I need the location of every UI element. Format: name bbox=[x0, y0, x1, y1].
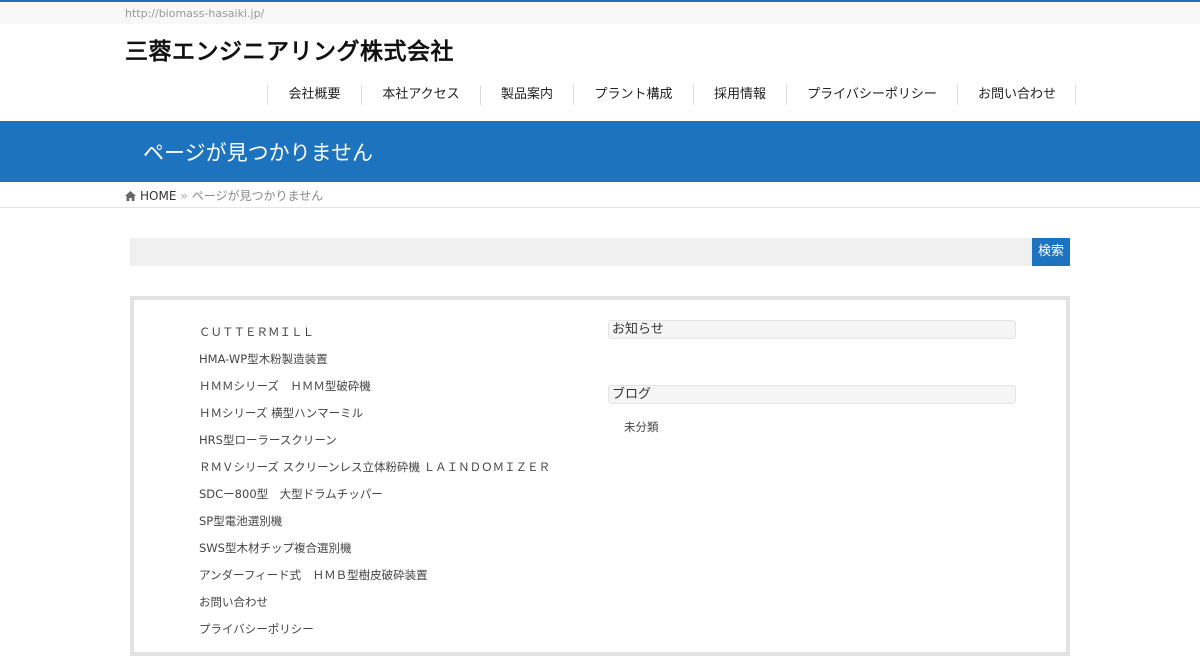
nav-item-privacy[interactable]: プライバシーポリシー bbox=[787, 85, 958, 105]
page-link[interactable]: プライバシーポリシー bbox=[199, 621, 599, 648]
breadcrumb-separator: » bbox=[180, 188, 188, 203]
breadcrumb-home-link[interactable]: HOME bbox=[140, 189, 176, 203]
page-link[interactable]: ＨＭＭシリーズ ＨＭＭ型破砕機 bbox=[199, 378, 599, 405]
page-link[interactable]: SP型電池選別機 bbox=[199, 513, 599, 540]
breadcrumb: HOME » ページが見つかりません bbox=[125, 187, 323, 204]
page-banner: ページが見つかりません bbox=[0, 121, 1200, 182]
nav-item-plant[interactable]: プラント構成 bbox=[574, 85, 694, 105]
home-icon bbox=[125, 190, 136, 201]
url-bar: http://biomass-hasaiki.jp/ bbox=[0, 2, 1200, 24]
breadcrumb-bar: HOME » ページが見つかりません bbox=[0, 182, 1200, 208]
blog-widget-title: ブログ bbox=[608, 385, 1016, 404]
nav-item-access[interactable]: 本社アクセス bbox=[362, 85, 481, 105]
page-link[interactable]: アンダーフィード式 ＨＭＢ型樹皮破砕装置 bbox=[199, 567, 599, 594]
nav-item-products[interactable]: 製品案内 bbox=[481, 85, 574, 105]
page-link[interactable]: お問い合わせ bbox=[199, 594, 599, 621]
blog-widget: ブログ 未分類 bbox=[608, 385, 1016, 435]
page-link[interactable]: HMA-WP型木粉製造装置 bbox=[199, 351, 599, 378]
page-link[interactable]: ＣＵＴＴＥＲＭＩＬＬ bbox=[199, 324, 599, 351]
page-link[interactable]: HRS型ローラースクリーン bbox=[199, 432, 599, 459]
page-link[interactable]: ＨＭシリーズ 横型ハンマーミル bbox=[199, 405, 599, 432]
site-title[interactable]: 三蓉エンジニアリング株式会社 bbox=[125, 32, 454, 66]
nav-item-contact[interactable]: お問い合わせ bbox=[958, 85, 1076, 105]
breadcrumb-current: ページが見つかりません bbox=[191, 189, 324, 203]
nav-item-recruit[interactable]: 採用情報 bbox=[694, 85, 787, 105]
nav-item-company[interactable]: 会社概要 bbox=[268, 85, 362, 105]
page-link[interactable]: ＲＭＶシリーズ スクリーンレス立体粉砕機 ＬＡＩＮＤＯＭＩＺＥＲ bbox=[199, 459, 599, 486]
news-widget: お知らせ bbox=[608, 320, 1016, 339]
page-link[interactable]: SDCー800型 大型ドラムチッパー bbox=[199, 486, 599, 513]
search-button[interactable]: 検索 bbox=[1032, 238, 1070, 266]
page-link[interactable]: SWS型木材チップ複合選別機 bbox=[199, 540, 599, 567]
site-url[interactable]: http://biomass-hasaiki.jp/ bbox=[125, 7, 264, 20]
news-widget-title: お知らせ bbox=[608, 320, 1016, 339]
blog-category-link[interactable]: 未分類 bbox=[608, 419, 1016, 435]
search-input[interactable] bbox=[130, 238, 1032, 266]
page-title: ページが見つかりません bbox=[143, 141, 373, 165]
main-nav: 会社概要 本社アクセス 製品案内 プラント構成 採用情報 プライバシーポリシー … bbox=[267, 85, 1076, 105]
page-list: ＣＵＴＴＥＲＭＩＬＬ HMA-WP型木粉製造装置 ＨＭＭシリーズ ＨＭＭ型破砕機… bbox=[199, 324, 599, 648]
